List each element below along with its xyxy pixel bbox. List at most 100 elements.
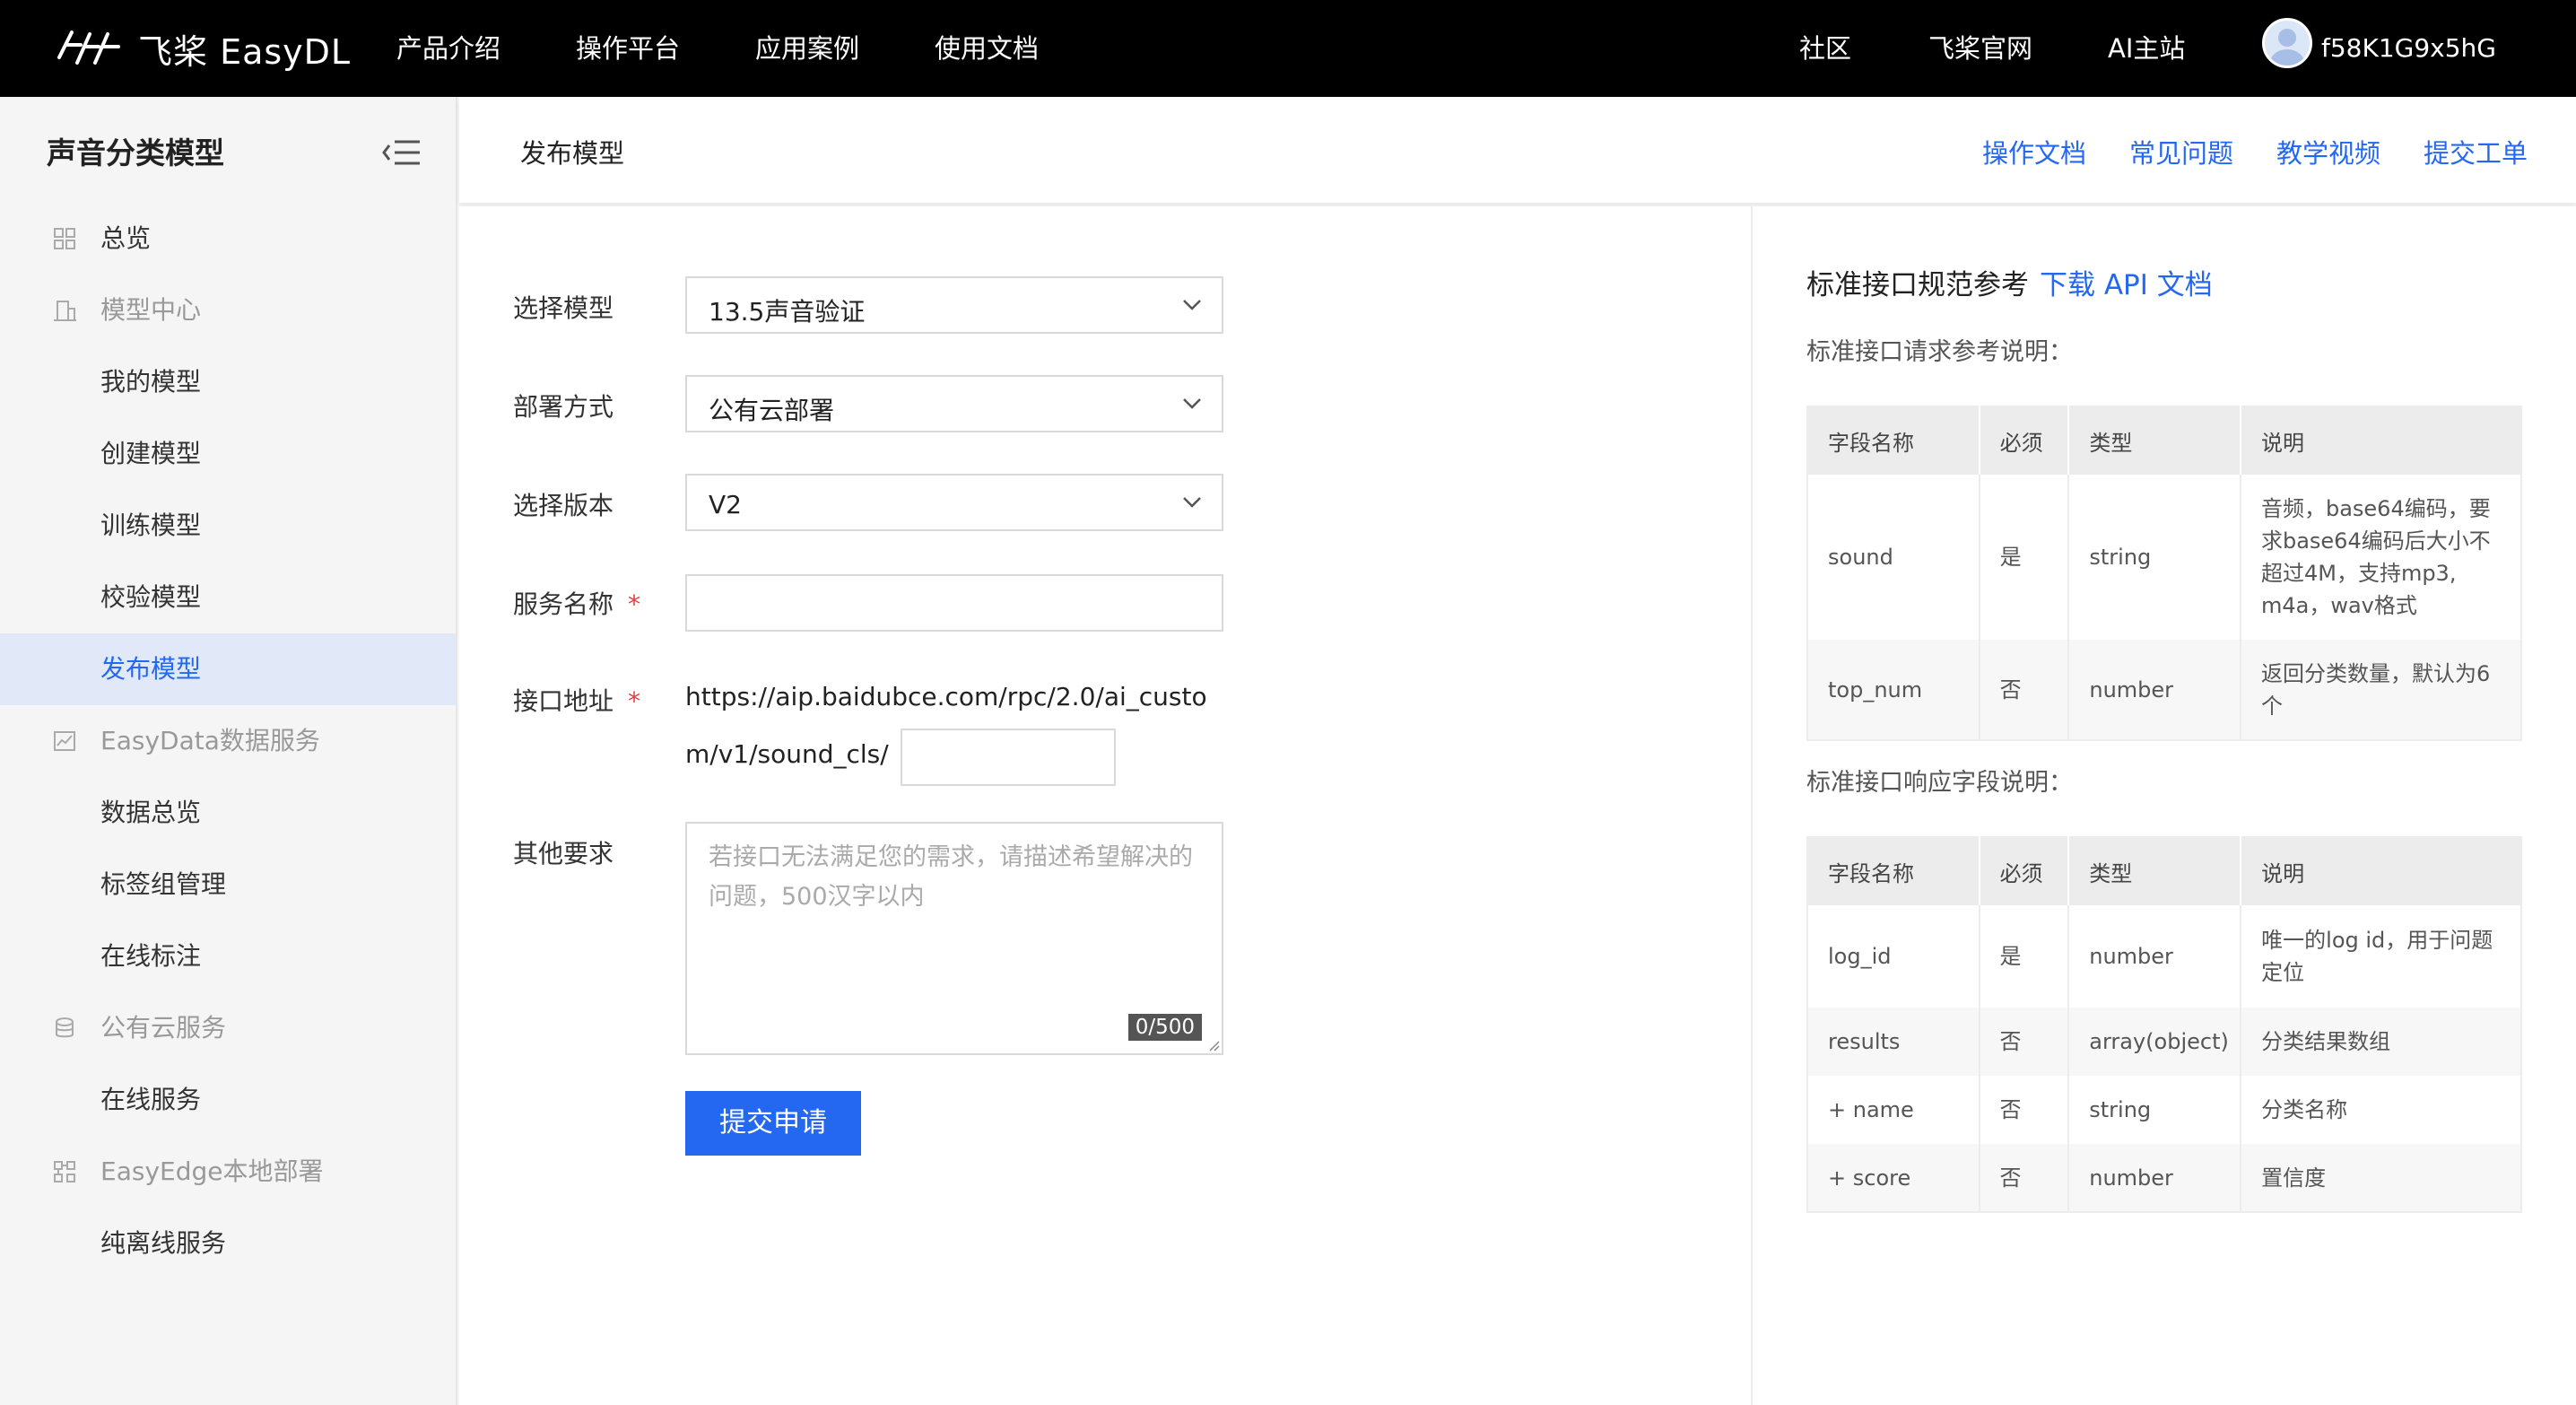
table-row: log_id 是 number 唯一的log id，用于问题定位 xyxy=(1807,905,2521,1008)
page-title: 发布模型 xyxy=(520,138,625,169)
sidebar-item-label: 公有云服务 xyxy=(100,1013,227,1043)
reference-title: 标准接口规范参考 下载 API 文档 xyxy=(1806,262,2213,302)
deploy-select[interactable]: 公有云部署 xyxy=(685,375,1223,432)
download-api-doc-link[interactable]: 下载 API 文档 xyxy=(2040,269,2213,301)
username[interactable]: f58K1G9x5hG xyxy=(2321,27,2496,70)
link-submit-ticket[interactable]: 提交工单 xyxy=(2424,133,2528,170)
col-required: 必须 xyxy=(1979,406,2070,475)
logo-text: 飞桨 EasyDL xyxy=(138,31,352,72)
other-requirements-label: 其他要求 xyxy=(513,839,614,868)
table-row: + score 否 number 置信度 xyxy=(1807,1144,2521,1212)
nav-docs[interactable]: 使用文档 xyxy=(935,27,1039,70)
sidebar-item-data-overview[interactable]: 数据总览 xyxy=(0,777,456,849)
cell-field: top_num xyxy=(1807,640,1980,740)
sidebar-item-create-model[interactable]: 创建模型 xyxy=(0,418,456,490)
building-icon xyxy=(54,301,76,321)
sidebar-item-train-model[interactable]: 训练模型 xyxy=(0,490,456,562)
sidebar-item-my-models[interactable]: 我的模型 xyxy=(0,346,456,418)
sidebar-title: 声音分类模型 xyxy=(47,135,224,170)
sidebar-item-label: EasyData数据服务 xyxy=(100,726,320,755)
deploy-select-value: 公有云部署 xyxy=(709,396,835,425)
sidebar-group-public-cloud[interactable]: 公有云服务 xyxy=(0,992,456,1064)
cell-description: 分类名称 xyxy=(2241,1076,2521,1144)
sidebar-item-offline-service[interactable]: 纯离线服务 xyxy=(0,1208,456,1279)
model-select-value: 13.5声音验证 xyxy=(709,297,866,327)
cell-description: 唯一的log id，用于问题定位 xyxy=(2241,905,2521,1008)
response-section-title: 标准接口响应字段说明： xyxy=(1806,769,2073,797)
cell-type: string xyxy=(2068,475,2241,640)
nav-use-cases[interactable]: 应用案例 xyxy=(755,27,859,70)
table-row: results 否 array(object) 分类结果数组 xyxy=(1807,1008,2521,1076)
sidebar-item-label: 总览 xyxy=(100,223,152,253)
col-type: 类型 xyxy=(2068,837,2242,905)
sidebar-group-easydata[interactable]: EasyData数据服务 xyxy=(0,705,456,777)
api-reference-panel: 标准接口规范参考 下载 API 文档 标准接口请求参考说明： 字段名称 必须 类型… xyxy=(1753,206,2576,1405)
cell-required: 是 xyxy=(1979,905,2070,1008)
sidebar-group-model-center[interactable]: 模型中心 xyxy=(0,275,456,346)
version-select[interactable]: V2 xyxy=(685,474,1223,531)
request-section-title: 标准接口请求参考说明： xyxy=(1806,338,2073,366)
link-tutorial-videos[interactable]: 教学视频 xyxy=(2276,133,2380,170)
sidebar-item-online-annotation[interactable]: 在线标注 xyxy=(0,921,456,992)
publish-form: 选择模型 13.5声音验证 部署方式 公有云部署 选择版本 V2 服务名称 * 接… xyxy=(459,206,1751,1405)
sidebar-group-easyedge[interactable]: EasyEdge本地部署 xyxy=(0,1136,456,1208)
nav-operation-platform[interactable]: 操作平台 xyxy=(576,27,680,70)
cell-required: 是 xyxy=(1979,475,2070,640)
sidebar-item-online-service[interactable]: 在线服务 xyxy=(0,1064,456,1136)
cell-type: number xyxy=(2068,640,2241,740)
col-field-name: 字段名称 xyxy=(1807,837,1980,905)
sidebar-item-label-groups[interactable]: 标签组管理 xyxy=(0,849,456,921)
sidebar-item-label: 模型中心 xyxy=(100,295,202,325)
cell-field: results xyxy=(1807,1008,1980,1076)
grid-icon xyxy=(54,228,75,249)
nav-community[interactable]: 社区 xyxy=(1799,27,1851,70)
cell-required: 否 xyxy=(1979,1076,2070,1144)
database-icon xyxy=(56,1017,74,1038)
logo[interactable]: 飞桨 EasyDL xyxy=(54,16,351,81)
chevron-down-icon xyxy=(1183,497,1201,508)
col-type: 类型 xyxy=(2068,406,2241,475)
col-description: 说明 xyxy=(2241,837,2521,905)
submit-button[interactable]: 提交申请 xyxy=(685,1091,861,1156)
link-faq[interactable]: 常见问题 xyxy=(2129,133,2233,170)
other-requirements-textarea[interactable]: 若接口无法满足您的需求，请描述希望解决的问题，500汉字以内 0/500 xyxy=(685,822,1223,1055)
sidebar-item-validate-model[interactable]: 校验模型 xyxy=(0,562,456,633)
chevron-down-icon xyxy=(1183,300,1201,310)
model-select[interactable]: 13.5声音验证 xyxy=(685,276,1223,334)
api-url-label-text: 接口地址 xyxy=(513,686,614,716)
api-url-suffix-input[interactable] xyxy=(901,729,1116,786)
col-required: 必须 xyxy=(1979,837,2070,905)
service-name-input[interactable] xyxy=(685,574,1223,632)
sidebar-item-publish-model[interactable]: 发布模型 xyxy=(0,633,456,705)
resize-handle-icon[interactable] xyxy=(1207,1039,1220,1052)
collapse-sidebar-icon[interactable] xyxy=(380,136,423,169)
api-url-prefix-line1: https://aip.baidubce.com/rpc/2.0/ai_cust… xyxy=(685,682,1207,711)
service-name-label-text: 服务名称 xyxy=(513,589,614,619)
avatar[interactable] xyxy=(2262,18,2312,68)
sidebar: 声音分类模型 总览 模型中心 我的模型 创建模型 训练模型 校验模型 发布模型 … xyxy=(0,97,457,1405)
table-header-row: 字段名称 必须 类型 说明 xyxy=(1807,837,2521,905)
table-row: sound 是 string 音频，base64编码，要求base64编码后大小… xyxy=(1807,475,2521,640)
paddle-logo-icon xyxy=(57,31,120,65)
required-mark: * xyxy=(628,589,641,619)
cell-type: number xyxy=(2068,1144,2242,1212)
deploy-icon xyxy=(54,1161,75,1182)
cell-description: 音频，base64编码，要求base64编码后大小不超过4M，支持mp3, m4… xyxy=(2240,475,2521,640)
api-url-label: 接口地址 * xyxy=(513,682,640,718)
table-row: + name 否 string 分类名称 xyxy=(1807,1076,2521,1144)
model-label: 选择模型 xyxy=(513,293,614,323)
nav-ai-site[interactable]: AI主站 xyxy=(2108,27,2185,70)
cell-field: sound xyxy=(1807,475,1980,640)
cell-required: 否 xyxy=(1979,1144,2070,1212)
chevron-down-icon xyxy=(1183,398,1201,409)
version-select-value: V2 xyxy=(709,490,742,519)
response-table: 字段名称 必须 类型 说明 log_id 是 number 唯一的log id，… xyxy=(1806,836,2522,1213)
table-row: top_num 否 number 返回分类数量，默认为6个 xyxy=(1807,640,2521,740)
cell-description: 分类结果数组 xyxy=(2241,1008,2521,1076)
link-operation-docs[interactable]: 操作文档 xyxy=(1982,133,2086,170)
sidebar-item-overview[interactable]: 总览 xyxy=(0,203,456,275)
nav-paddle-site[interactable]: 飞桨官网 xyxy=(1928,27,2032,70)
cell-required: 否 xyxy=(1979,640,2070,740)
nav-product-intro[interactable]: 产品介绍 xyxy=(396,27,500,70)
textarea-placeholder: 若接口无法满足您的需求，请描述希望解决的问题，500汉字以内 xyxy=(709,843,1193,911)
